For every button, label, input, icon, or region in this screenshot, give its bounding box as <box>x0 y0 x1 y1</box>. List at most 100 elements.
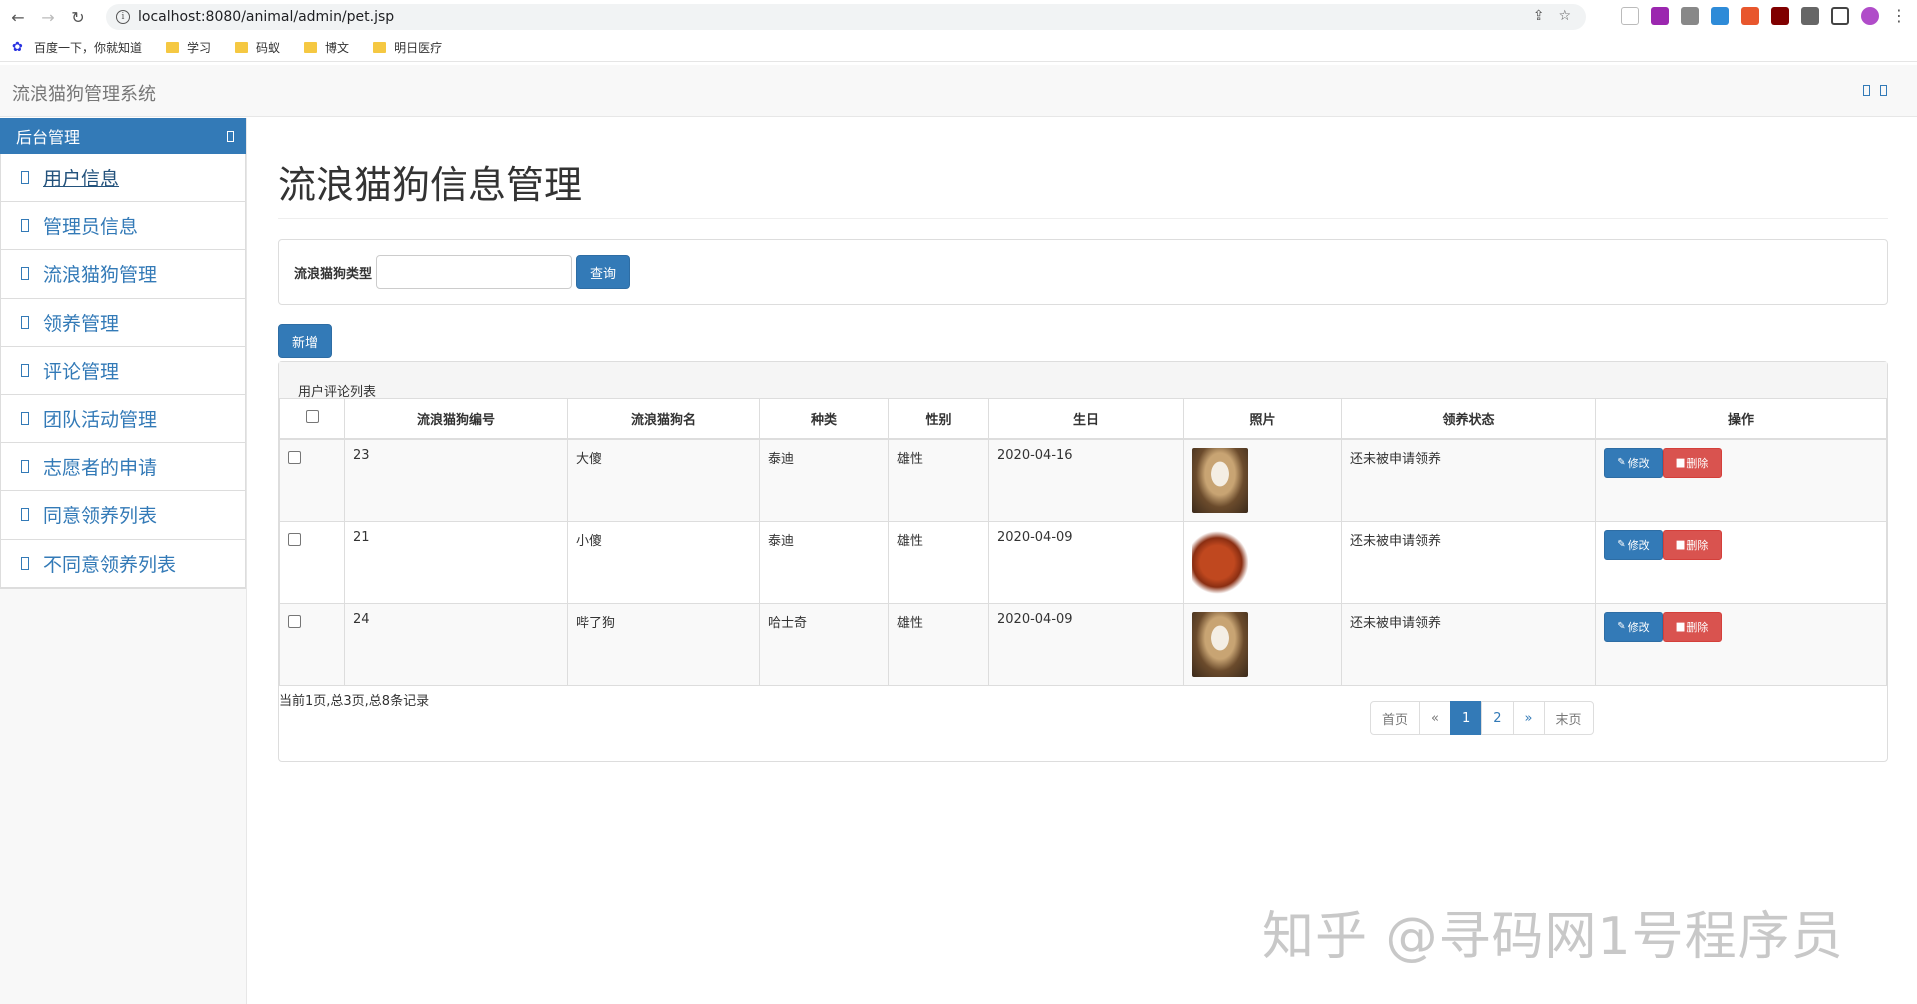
back-arrow-icon[interactable]: ← <box>6 5 30 29</box>
query-button[interactable]: 查询 <box>576 255 631 289</box>
sidebar-item-adoption-management[interactable]: 领养管理 <box>1 299 245 347</box>
page-next-button[interactable]: » <box>1512 701 1545 735</box>
cell-birthday: 2020-04-16 <box>988 438 1184 522</box>
page-first-button[interactable]: 首页 <box>1370 701 1421 735</box>
puzzle-icon[interactable] <box>1801 6 1819 25</box>
sidebar-item-team-activity[interactable]: 团队活动管理 <box>1 395 245 444</box>
sidebar-item-pet-management[interactable]: 流浪猫狗管理 <box>1 250 245 299</box>
page-last-button[interactable]: 末页 <box>1543 701 1594 735</box>
forward-arrow-icon[interactable]: → <box>36 5 60 29</box>
bookmark-folder-medical[interactable]: 明日医疗 <box>373 39 442 56</box>
extension-ublock-icon[interactable] <box>1771 6 1789 25</box>
folder-icon <box>304 42 318 53</box>
page-1-button[interactable]: 1 <box>1449 701 1483 735</box>
bookmark-folder-blog[interactable]: 博文 <box>304 39 349 56</box>
app-brand[interactable]: 流浪猫狗管理系统 <box>12 80 156 106</box>
cell-photo <box>1183 520 1342 604</box>
sidebar-item-rejected-adoptions[interactable]: 不同意领养列表 <box>1 540 245 588</box>
browser-toolbar: ← → ↻ i localhost:8080/animal/admin/pet.… <box>0 0 1917 34</box>
column-header-status: 领养状态 <box>1341 398 1596 440</box>
sidebar-menu: 用户信息 管理员信息 流浪猫狗管理 领养管理 评论管理 团队活动管理 志愿者的申… <box>0 154 246 589</box>
bookmark-folder-mayi[interactable]: 码蚁 <box>235 39 280 56</box>
cell-name: 大傻 <box>567 438 760 522</box>
cell-status: 还未被申请领养 <box>1341 602 1596 686</box>
extension-cursor-icon[interactable] <box>1621 6 1639 25</box>
sidebar-item-admin-info[interactable]: 管理员信息 <box>1 202 245 251</box>
cell-birthday: 2020-04-09 <box>988 602 1184 686</box>
cell-photo <box>1183 438 1342 522</box>
cell-photo <box>1183 602 1342 686</box>
delete-button[interactable]: ▆ 删除 <box>1663 447 1722 478</box>
menu-icon <box>21 412 29 426</box>
extension-red-icon[interactable] <box>1741 6 1759 25</box>
cell-kind: 泰迪 <box>759 520 889 604</box>
pet-photo <box>1192 529 1248 595</box>
row-checkbox[interactable] <box>288 532 301 546</box>
search-panel: 流浪猫狗类型 查询 <box>278 239 1888 305</box>
delete-button[interactable]: ▆ 删除 <box>1663 611 1722 642</box>
pet-photo <box>1192 447 1248 513</box>
pet-type-input[interactable] <box>376 255 573 289</box>
select-all-cell <box>279 398 345 440</box>
cell-sex: 雄性 <box>888 602 989 686</box>
pagination: 首页 « 1 2 » 末页 <box>1370 701 1594 735</box>
logout-icon[interactable] <box>1880 85 1887 96</box>
column-header-actions: 操作 <box>1595 398 1887 440</box>
collapse-icon[interactable] <box>227 131 234 142</box>
cell-status: 还未被申请领养 <box>1341 520 1596 604</box>
menu-icon <box>21 460 29 474</box>
column-header-photo: 照片 <box>1183 398 1342 440</box>
delete-button[interactable]: ▆ 删除 <box>1663 529 1722 560</box>
page-prev-button[interactable]: « <box>1419 701 1451 735</box>
url-text: localhost:8080/animal/admin/pet.jsp <box>138 9 395 25</box>
edit-button[interactable]: ✎ 修改 <box>1604 529 1663 560</box>
share-icon[interactable]: ⇪ <box>1533 8 1545 24</box>
edit-button[interactable]: ✎ 修改 <box>1604 611 1663 642</box>
avatar[interactable] <box>1861 6 1879 25</box>
menu-icon <box>21 508 29 522</box>
sidebar-item-approved-adoptions[interactable]: 同意领养列表 <box>1 491 245 540</box>
bookmark-baidu[interactable]: ✿ 百度一下，你就知道 <box>12 39 142 56</box>
bookmark-star-icon[interactable]: ☆ <box>1558 8 1571 24</box>
menu-icon <box>21 171 29 185</box>
trash-icon: ▆ <box>1676 457 1685 468</box>
row-checkbox[interactable] <box>288 614 301 628</box>
bookmarks-bar: ✿ 百度一下，你就知道 学习 码蚁 博文 明日医疗 <box>0 34 1917 62</box>
extension-grid-icon[interactable] <box>1681 6 1699 25</box>
user-icon[interactable] <box>1863 85 1870 96</box>
row-select-cell <box>279 438 345 522</box>
edit-button[interactable]: ✎ 修改 <box>1604 447 1663 478</box>
cell-status: 还未被申请领养 <box>1341 438 1596 522</box>
sidebar-item-volunteer-application[interactable]: 志愿者的申请 <box>1 443 245 492</box>
reload-icon[interactable]: ↻ <box>66 5 90 29</box>
side-panel-icon[interactable] <box>1831 6 1849 25</box>
site-info-icon[interactable]: i <box>116 10 130 24</box>
pet-photo <box>1192 611 1248 677</box>
extension-feedly-icon[interactable] <box>1711 6 1729 25</box>
table-row: 21 小傻 泰迪 雄性 2020-04-09 还未被申请领养 ✎ 修改 ▆ 删除 <box>279 520 1887 604</box>
select-all-checkbox[interactable] <box>305 409 319 423</box>
cell-actions: ✎ 修改 ▆ 删除 <box>1595 602 1887 686</box>
add-button[interactable]: 新增 <box>278 324 332 358</box>
menu-kebab-icon[interactable]: ⋮ <box>1891 6 1907 25</box>
column-header-kind: 种类 <box>759 398 889 440</box>
row-checkbox[interactable] <box>288 450 301 464</box>
extension-jsp-icon[interactable] <box>1651 6 1669 25</box>
menu-icon <box>21 363 29 377</box>
trash-icon: ▆ <box>1676 621 1685 632</box>
sidebar-item-comment-management[interactable]: 评论管理 <box>1 347 245 395</box>
folder-icon <box>166 42 180 53</box>
menu-icon <box>21 556 29 570</box>
cell-id: 21 <box>344 520 568 604</box>
cell-id: 24 <box>344 602 568 686</box>
page-title: 流浪猫狗信息管理 <box>278 163 583 207</box>
sidebar-heading[interactable]: 后台管理 <box>0 118 246 154</box>
cell-id: 23 <box>344 438 568 522</box>
sidebar-item-user-info[interactable]: 用户信息 <box>1 154 245 203</box>
cell-actions: ✎ 修改 ▆ 删除 <box>1595 520 1887 604</box>
bookmark-folder-study[interactable]: 学习 <box>166 39 211 56</box>
table-header-row: 流浪猫狗编号 流浪猫狗名 种类 性别 生日 照片 领养状态 操作 <box>279 398 1887 440</box>
page-2-button[interactable]: 2 <box>1481 701 1514 735</box>
address-bar[interactable]: i localhost:8080/animal/admin/pet.jsp <box>106 4 1586 30</box>
cell-kind: 泰迪 <box>759 438 889 522</box>
